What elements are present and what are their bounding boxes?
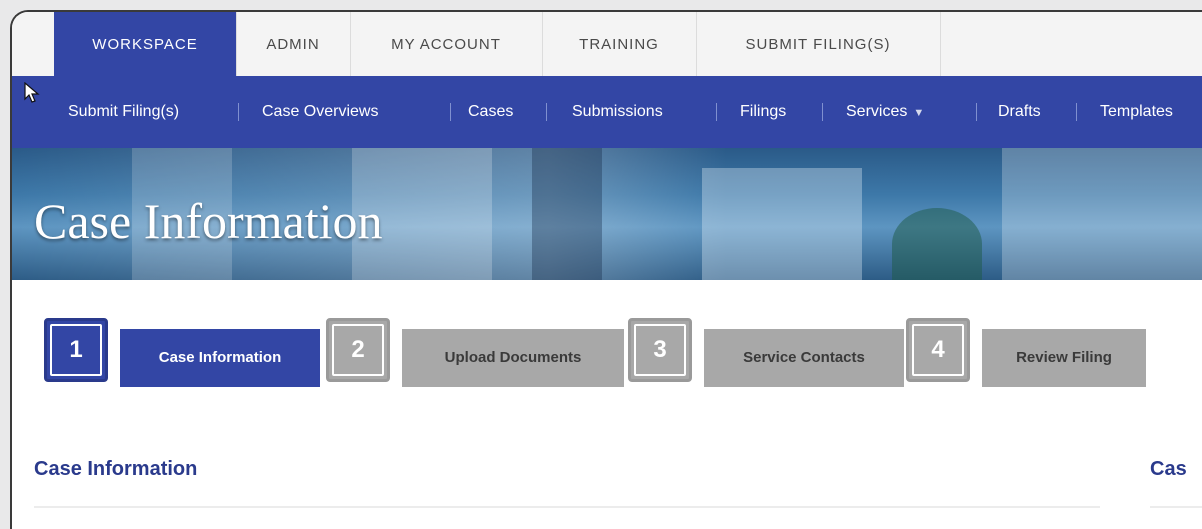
step-3-label[interactable]: Service Contacts (704, 329, 904, 387)
subnav-divider (716, 103, 717, 121)
banner-decor (892, 208, 982, 280)
subnav-submissions[interactable]: Submissions (572, 76, 663, 148)
subnav-submit-filings[interactable]: Submit Filing(s) (68, 76, 179, 148)
step-3-number[interactable]: 3 (628, 318, 692, 382)
subnav-services[interactable]: Services ▼ (846, 76, 924, 148)
section-heading-right: Cas (1150, 458, 1187, 480)
app-window: WORKSPACE ADMIN MY ACCOUNT TRAINING SUBM… (10, 10, 1202, 529)
subnav-divider (976, 103, 977, 121)
subnav-cases[interactable]: Cases (468, 76, 513, 148)
chevron-down-icon: ▼ (913, 107, 925, 119)
section-heading-case-information: Case Information (34, 458, 198, 480)
subnav-services-label: Services (846, 103, 908, 120)
section-divider (34, 506, 1100, 508)
mouse-cursor-icon (24, 82, 40, 103)
tab-submit-filings[interactable]: SUBMIT FILING(S) (696, 12, 941, 76)
subnav-divider (546, 103, 547, 121)
subnav-divider (238, 103, 239, 121)
banner-decor (1002, 148, 1202, 280)
tab-admin[interactable]: ADMIN (236, 12, 351, 76)
page-title: Case Information (34, 193, 383, 249)
step-2-number[interactable]: 2 (326, 318, 390, 382)
top-tab-bar: WORKSPACE ADMIN MY ACCOUNT TRAINING SUBM… (12, 12, 1202, 78)
step-2-label[interactable]: Upload Documents (402, 329, 624, 387)
step-4-label[interactable]: Review Filing (982, 329, 1146, 387)
tab-training[interactable]: TRAINING (542, 12, 697, 76)
step-1-label[interactable]: Case Information (120, 329, 320, 387)
section-divider (1150, 506, 1202, 508)
tab-workspace[interactable]: WORKSPACE (54, 12, 237, 78)
step-1-number[interactable]: 1 (44, 318, 108, 382)
subnav-templates[interactable]: Templates (1100, 76, 1173, 148)
subnav-divider (450, 103, 451, 121)
subnav-case-overviews[interactable]: Case Overviews (262, 76, 378, 148)
banner-decor (702, 168, 862, 280)
banner-decor (532, 148, 602, 280)
subnav-filings[interactable]: Filings (740, 76, 786, 148)
subnav-divider (822, 103, 823, 121)
sub-navigation: Submit Filing(s) Case Overviews Cases Su… (12, 76, 1202, 148)
subnav-drafts[interactable]: Drafts (998, 76, 1041, 148)
tab-my-account[interactable]: MY ACCOUNT (350, 12, 543, 76)
subnav-divider (1076, 103, 1077, 121)
step-4-number[interactable]: 4 (906, 318, 970, 382)
page-banner: Case Information (12, 148, 1202, 280)
